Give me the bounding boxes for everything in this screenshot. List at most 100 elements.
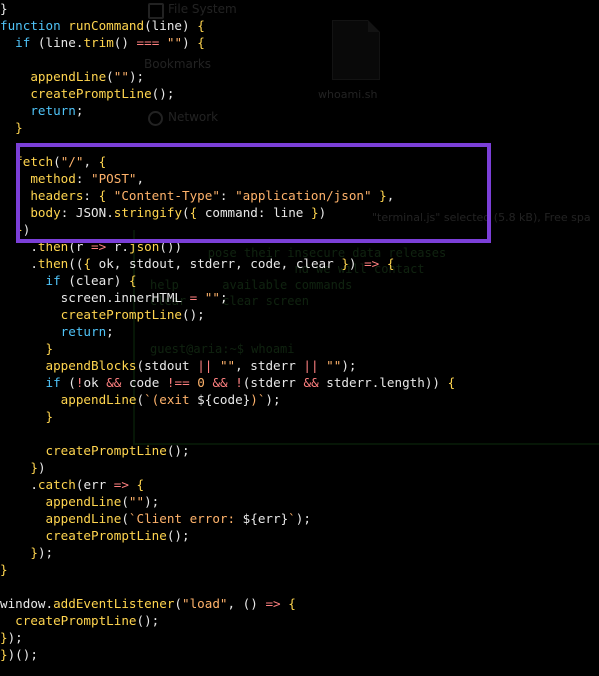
code-line: body: JSON.stringify({ command: line }) <box>0 204 455 221</box>
code-token: ); <box>37 545 54 560</box>
code-token: => <box>265 596 281 611</box>
code-token: , () <box>227 596 266 611</box>
code-token: if <box>15 35 38 50</box>
code-token: } <box>15 222 23 237</box>
code-token: appendLine <box>45 494 122 509</box>
code-token: ( <box>68 239 76 254</box>
code-token: } <box>371 188 387 203</box>
code-token: (); <box>166 443 190 458</box>
code-token: ${err} <box>242 511 289 526</box>
code-token: => <box>364 256 380 271</box>
code-token: !== <box>166 375 190 390</box>
code-token: JSON <box>75 205 107 220</box>
code-token: : <box>75 171 92 186</box>
code-token: innerHTML <box>113 290 183 305</box>
code-token: ); <box>128 69 145 84</box>
code-token: if <box>45 375 69 390</box>
code-token: () <box>113 35 137 50</box>
code-token: )(); <box>7 647 38 662</box>
code-token: ) <box>318 205 327 220</box>
code-token: : <box>83 188 99 203</box>
code-token: : <box>257 205 274 220</box>
code-token: stderr <box>326 375 372 390</box>
code-token: , <box>174 256 190 271</box>
code-token: ( <box>182 205 190 220</box>
code-token: (); <box>151 86 175 101</box>
code-token: ); <box>7 630 23 645</box>
code-line: appendLine(""); <box>0 493 455 510</box>
code-token: then <box>37 239 69 254</box>
code-token: method <box>30 171 76 186</box>
code-token: "" <box>128 494 145 509</box>
code-line: .catch(err => { <box>0 476 455 493</box>
code-token: ); <box>265 392 281 407</box>
code-token: return <box>60 324 107 339</box>
code-token: } <box>45 341 54 356</box>
code-token: { <box>83 256 99 271</box>
code-editor[interactable]: } function runCommand(line) { if (line.tr… <box>0 0 455 663</box>
code-token: "" <box>166 35 183 50</box>
code-line: createPromptLine(); <box>0 527 455 544</box>
code-token: code <box>128 375 160 390</box>
code-token: ) <box>37 460 46 475</box>
code-line: appendLine(`(exit ${code})`); <box>0 391 455 408</box>
code-token: createPromptLine <box>60 307 182 322</box>
editor-screen: File System Bookmarks Network whoami.sh … <box>0 0 599 676</box>
code-token: && <box>212 375 228 390</box>
code-token: command <box>204 205 258 220</box>
code-token: { <box>189 205 205 220</box>
code-token: line <box>273 205 304 220</box>
code-token: { <box>197 35 205 50</box>
code-token: . <box>106 205 114 220</box>
code-token: body <box>30 205 61 220</box>
code-token: (); <box>166 528 190 543</box>
code-token: ( <box>121 511 129 526</box>
code-token: { <box>288 596 296 611</box>
code-token: ` <box>288 511 296 526</box>
code-token: "" <box>204 290 220 305</box>
code-token: createPromptLine <box>15 613 137 628</box>
code-token: appendLine <box>60 392 137 407</box>
code-token: . <box>121 239 129 254</box>
code-token: ()) <box>159 239 183 254</box>
code-token: ok <box>83 375 99 390</box>
code-token: 0 <box>197 375 205 390</box>
code-token: `(exit <box>144 392 198 407</box>
code-token: "" <box>113 69 129 84</box>
code-token: function <box>0 18 69 33</box>
code-token: ) <box>348 256 365 271</box>
code-token: return <box>30 103 76 118</box>
code-token: fetch <box>15 154 54 169</box>
code-token: ${code} <box>197 392 251 407</box>
code-token: ) <box>182 35 198 50</box>
code-token: then <box>37 256 69 271</box>
code-token: , <box>235 256 251 271</box>
code-token: => <box>91 239 107 254</box>
code-token: } <box>0 647 8 662</box>
code-token: `Client error: <box>128 511 243 526</box>
code-token: stderr <box>250 358 296 373</box>
code-line: if (line.trim() === "") { <box>0 34 455 51</box>
